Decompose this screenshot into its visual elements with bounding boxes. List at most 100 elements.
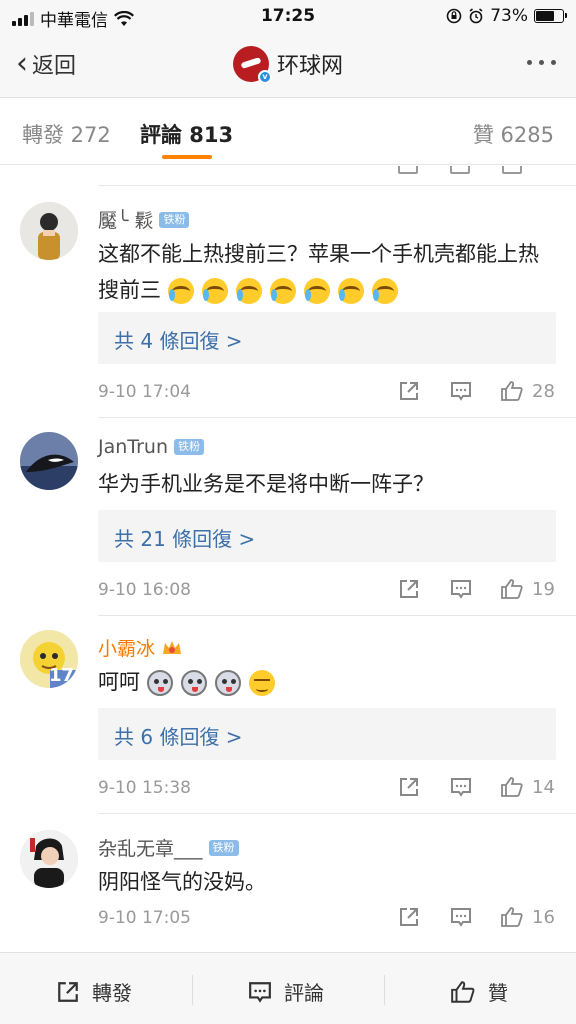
commenter-name-text: 魘╰ 鬏 [98,210,154,232]
avatar[interactable]: 17 [20,630,78,688]
thumbs-up-icon [451,980,475,1003]
like-button[interactable]: 14 [500,776,555,798]
navigation-bar: ‹ 返回 v 环球网 [0,34,576,98]
share-button[interactable] [398,906,420,928]
view-replies-button[interactable]: 共 21 條回復 > [98,510,556,562]
commenter-name[interactable]: 小霸冰 [98,634,183,661]
emoji-cry-icon [167,278,194,304]
avatar[interactable] [20,432,78,490]
comment-text: 呵呵 [98,664,558,700]
thumbs-up-icon [501,381,523,401]
like-button[interactable]: 19 [500,578,555,600]
active-tab-indicator [162,155,212,159]
bottom-action-bar: 轉發 評論 贊 [0,952,576,1024]
view-replies-button[interactable]: 共 4 條回復 > [98,312,556,364]
comment-button[interactable] [450,380,472,402]
like-count: 28 [532,380,555,402]
like-label: 贊 [488,981,508,1005]
emoji-cry-icon [269,278,296,304]
status-right: 73% [446,6,567,26]
battery-fill [536,11,555,21]
emoji-smug-icon [248,670,275,696]
repost-label: 轉發 [92,981,132,1005]
commenter-name-text: 杂乱无章___ [98,838,203,860]
like-icon [502,166,522,174]
divider [192,975,193,1005]
fan-badge: 铁粉 [208,839,239,856]
more-options-button[interactable] [527,60,556,65]
comment-time: 9-10 16:08 [98,580,191,600]
previous-comment-actions-clipped [98,166,576,186]
emoji-cry-icon [303,278,330,304]
account-logo-icon: v [232,46,272,84]
thumbs-up-icon [501,777,523,797]
emoji-cry-icon [235,278,262,304]
comment-text: 华为手机业务是不是将中断一阵子？ [98,472,434,496]
share-icon [400,382,418,400]
share-icon [400,778,418,796]
repost-button[interactable]: 轉發 [56,977,132,1006]
comment-button[interactable] [450,776,472,798]
comment-item: JanTrun 铁粉 华为手机业务是不是将中断一阵子？ 共 21 條回復 > 9… [0,418,576,616]
like-count: 14 [532,776,555,798]
avatar[interactable] [20,202,78,260]
fan-badge: 铁粉 [174,439,204,455]
thumbs-up-icon [501,579,523,599]
page-title[interactable]: v 环球网 [0,46,576,84]
alarm-icon [469,8,483,24]
comment-icon [451,908,471,927]
share-icon [400,580,418,598]
thumbs-up-icon [501,907,523,927]
vip-crown-icon [163,640,182,654]
like-count: 16 [532,906,555,928]
comment-icon [451,778,471,797]
comment-time: 9-10 15:38 [98,778,191,798]
commenter-name[interactable]: 杂乱无章___ 铁粉 [98,834,239,861]
tab-reposts[interactable]: 轉發 272 [22,119,111,149]
share-icon [400,908,418,926]
share-button[interactable] [398,380,420,402]
emoji-cry-icon [371,278,398,304]
comment-icon [451,580,471,599]
share-icon [398,166,418,174]
comment-label: 評論 [284,981,324,1005]
comment-icon [451,382,471,401]
like-button[interactable]: 28 [500,380,555,402]
commenter-name-text: 小霸冰 [98,638,156,660]
like-button[interactable]: 16 [500,906,555,928]
comment-time: 9-10 17:05 [98,908,191,928]
comment-item: 杂乱无章___ 铁粉 阴阳怪气的没妈。 9-10 17:05 16 [0,814,576,952]
comment-icon [249,981,271,1003]
comment-time: 9-10 17:04 [98,382,191,402]
battery-percent: 73% [490,6,528,26]
share-button[interactable] [398,578,420,600]
tab-likes[interactable]: 贊 6285 [473,119,554,149]
comment-icon [450,166,470,174]
emoji-cry-icon [201,278,228,304]
commenter-name[interactable]: 魘╰ 鬏 铁粉 [98,206,190,233]
status-bar: 中華電信 17:25 73% [0,0,576,34]
comment-button[interactable] [450,578,472,600]
comment-item: 17 小霸冰 呵呵 共 6 條回復 > 9-10 15:38 14 [0,616,576,814]
comment-button[interactable]: 評論 [248,977,324,1006]
share-button[interactable] [398,776,420,798]
tab-comments[interactable]: 評論 813 [140,119,233,149]
comment-text-content: 呵呵 [98,670,140,694]
fan-badge: 铁粉 [159,211,190,228]
divider [384,975,385,1005]
verified-icon: v [257,70,272,84]
comment-button[interactable] [450,906,472,928]
avatar[interactable] [20,830,78,888]
like-button[interactable]: 贊 [450,977,508,1006]
view-replies-button[interactable]: 共 6 條回復 > [98,708,556,760]
comment-text: 阴阳怪气的没妈。 [98,870,266,894]
comment-list[interactable]: 魘╰ 鬏 铁粉 这都不能上热搜前三？苹果一个手机壳都能上热搜前三 共 4 條回復… [0,166,576,952]
tab-bar: 轉發 272 評論 813 贊 6285 [0,99,576,165]
emoji-dog-icon [146,670,173,696]
rotation-lock-icon [446,8,462,24]
commenter-name[interactable]: JanTrun 铁粉 [98,436,204,458]
battery-icon [534,9,567,23]
like-count: 19 [532,578,555,600]
emoji-cry-icon [337,278,364,304]
avatar-number: 17 [48,665,74,686]
